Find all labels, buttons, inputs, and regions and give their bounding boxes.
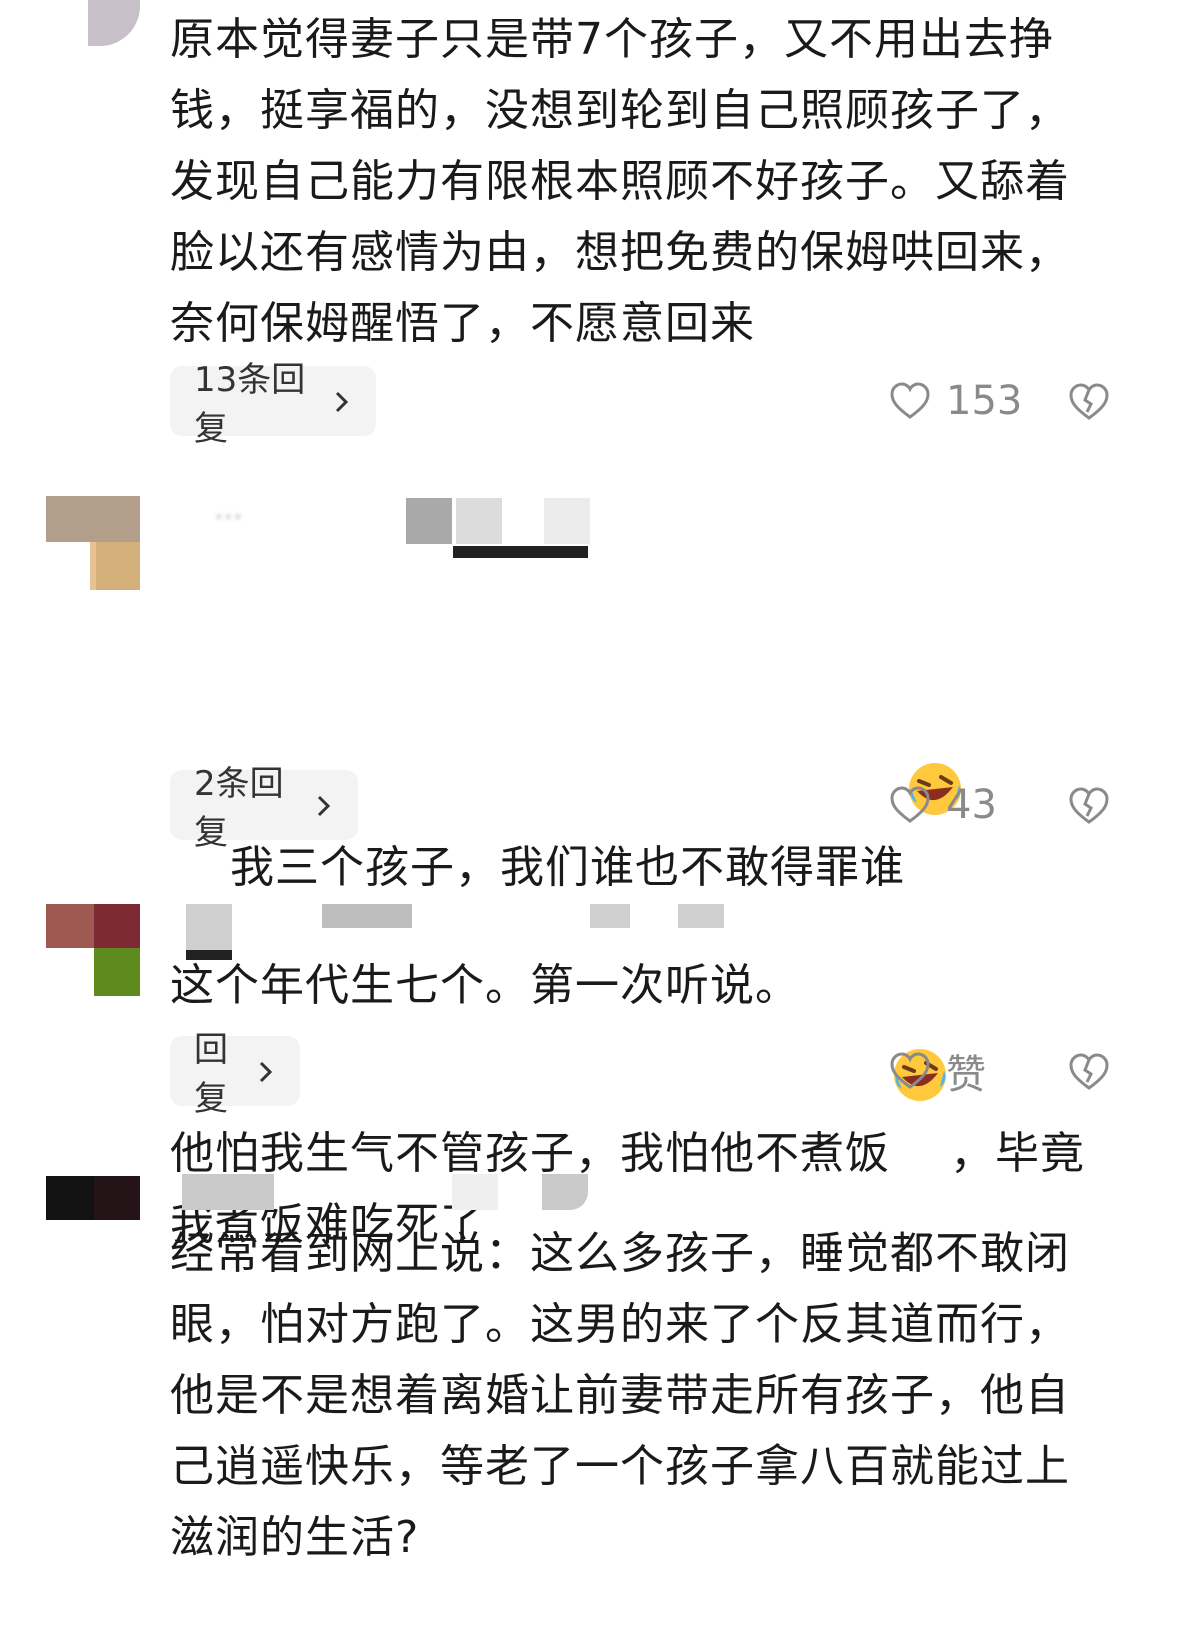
avatar[interactable] — [46, 1176, 140, 1270]
chevron-right-icon — [332, 386, 352, 416]
redacted-block — [452, 1174, 498, 1210]
comment-text: 经常看到网上说：这么多孩子，睡觉都不敢闭眼，怕对方跑了。这男的来了个反其道而行，… — [170, 1228, 1070, 1563]
username-row[interactable] — [170, 904, 770, 960]
redacted-block — [456, 498, 502, 544]
comment-text-part: 他怕我生气不管孩子，我怕他不煮饭 — [170, 1128, 890, 1179]
avatar[interactable] — [88, 0, 140, 46]
broken-heart-icon[interactable] — [1067, 784, 1111, 828]
view-replies-button[interactable]: 13条回复 — [170, 360, 376, 449]
redacted-block — [186, 904, 232, 950]
reply-button[interactable]: 回复 — [170, 1030, 300, 1119]
username-row[interactable] — [170, 1174, 770, 1224]
heart-icon — [890, 1052, 930, 1089]
redacted-block — [542, 1174, 588, 1210]
like-button[interactable]: 43 — [888, 770, 997, 840]
laughing-crying-emoji-icon — [905, 617, 965, 815]
redacted-block — [406, 498, 452, 544]
redacted-block — [544, 498, 590, 544]
broken-heart-icon[interactable] — [1067, 380, 1111, 424]
view-replies-label: 2条回复 — [194, 764, 284, 853]
username-blurred: ··· — [214, 500, 243, 535]
chevron-right-icon — [256, 1056, 276, 1086]
comment-text-part: 我三个孩子，我们谁也不敢得罪谁 — [229, 842, 905, 893]
broken-heart-icon[interactable] — [1067, 1050, 1111, 1094]
avatar[interactable] — [46, 496, 140, 590]
view-replies-label: 13条回复 — [194, 360, 306, 449]
like-count: 43 — [946, 782, 997, 828]
redacted-block — [322, 904, 412, 928]
like-button[interactable]: 153 — [888, 366, 1022, 436]
like-button[interactable]: 赞 — [888, 1036, 986, 1106]
like-count: 153 — [946, 378, 1023, 424]
heart-icon — [890, 786, 930, 823]
redacted-block — [678, 904, 724, 928]
like-label: 赞 — [946, 1052, 986, 1098]
heart-icon — [890, 382, 930, 419]
username-row[interactable]: ··· — [170, 496, 670, 558]
comment-text: 这个年代生七个。第一次听说。 — [170, 960, 800, 1011]
redacted-block — [590, 904, 630, 928]
reply-label: 回复 — [194, 1030, 228, 1119]
comment-text: 原本觉得妻子只是带7个孩子，又不用出去挣钱，挺享福的，没想到轮到自己照顾孩子了，… — [170, 14, 1070, 349]
avatar[interactable] — [46, 904, 140, 998]
chevron-right-icon — [314, 790, 334, 820]
redacted-block — [182, 1174, 274, 1210]
view-replies-button[interactable]: 2条回复 — [170, 764, 358, 853]
